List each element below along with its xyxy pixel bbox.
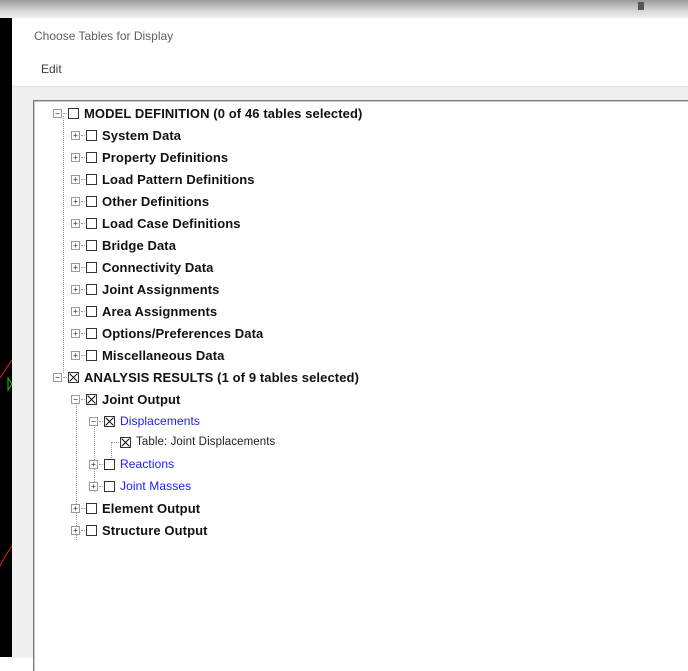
node-label: Joint Assignments (102, 281, 220, 297)
expand-icon[interactable]: + (71, 284, 80, 294)
expand-icon[interactable]: + (71, 130, 80, 140)
tree-node-element-output[interactable]: + Element Output (71, 498, 200, 518)
node-label: MODEL DEFINITION (0 of 46 tables selecte… (84, 105, 363, 121)
checkbox-system-data[interactable] (86, 129, 97, 141)
tree-node-load-case-definitions[interactable]: + Load Case Definitions (71, 213, 241, 233)
tree-node-property-definitions[interactable]: + Property Definitions (71, 147, 228, 167)
expand-icon[interactable]: + (89, 481, 98, 491)
node-label: Table: Joint Displacements (136, 436, 276, 448)
tree-node-displacements[interactable]: − Displacements (89, 411, 200, 431)
checkbox-structure-output[interactable] (86, 524, 97, 536)
node-label: Connectivity Data (102, 259, 214, 275)
node-label: Miscellaneous Data (102, 347, 225, 363)
tree-node-table-joint-displacements[interactable]: Table: Joint Displacements (111, 432, 275, 452)
tree-node-joint-output[interactable]: − Joint Output (71, 389, 180, 409)
tree-node-miscellaneous-data[interactable]: + Miscellaneous Data (71, 345, 224, 365)
tree-node-joint-assignments[interactable]: + Joint Assignments (71, 279, 220, 299)
tree-node-reactions[interactable]: + Reactions (89, 454, 174, 474)
tree-node-structure-output[interactable]: + Structure Output (71, 520, 208, 540)
menu-edit[interactable]: Edit (41, 62, 62, 76)
checkbox-element-output[interactable] (86, 502, 97, 514)
collapse-icon[interactable]: − (53, 372, 62, 382)
expand-icon[interactable]: + (71, 218, 80, 228)
dialog-body: − MODEL DEFINITION (0 of 46 tables selec… (12, 86, 688, 671)
node-label: Structure Output (102, 522, 208, 538)
tree-node-options-preferences-data[interactable]: + Options/Preferences Data (71, 323, 263, 343)
node-label: Property Definitions (102, 149, 229, 165)
collapse-icon[interactable]: − (53, 108, 62, 118)
node-label: Joint Masses (120, 479, 192, 493)
node-label: ANALYSIS RESULTS (1 of 9 tables selected… (84, 369, 360, 385)
tree-guide-line (76, 399, 77, 540)
checkbox-reactions[interactable] (104, 458, 115, 470)
tree-node-bridge-data[interactable]: + Bridge Data (71, 235, 176, 255)
dialog-title: Choose Tables for Display (34, 29, 174, 43)
tree-node-model-definition[interactable]: − MODEL DEFINITION (0 of 46 tables selec… (53, 103, 362, 123)
node-label: System Data (102, 127, 182, 143)
checkbox-joint-masses[interactable] (104, 480, 115, 492)
node-label: Bridge Data (102, 237, 177, 253)
background-marker (638, 2, 644, 10)
expand-icon[interactable]: + (71, 503, 80, 513)
table-tree[interactable]: − MODEL DEFINITION (0 of 46 tables selec… (33, 100, 688, 671)
tree-node-system-data[interactable]: + System Data (71, 125, 181, 145)
checkbox-analysis-results[interactable] (68, 371, 79, 383)
node-label: Other Definitions (102, 193, 210, 209)
tree-node-joint-masses[interactable]: + Joint Masses (89, 476, 191, 496)
expand-icon[interactable]: + (71, 262, 80, 272)
tree-node-connectivity-data[interactable]: + Connectivity Data (71, 257, 214, 277)
checkbox-miscellaneous-data[interactable] (86, 349, 97, 361)
checkbox-joint-output[interactable] (86, 393, 97, 405)
tree-node-area-assignments[interactable]: + Area Assignments (71, 301, 217, 321)
checkbox-bridge-data[interactable] (86, 239, 97, 251)
node-label: Element Output (102, 500, 201, 516)
node-label: Load Case Definitions (102, 215, 241, 231)
expand-icon[interactable]: + (71, 306, 80, 316)
checkbox-load-pattern-definitions[interactable] (86, 173, 97, 185)
checkbox-displacements[interactable] (104, 415, 115, 427)
expand-icon[interactable]: + (71, 240, 80, 250)
expand-icon[interactable]: + (71, 196, 80, 206)
choose-tables-dialog: Choose Tables for Display Edit − MODEL D… (12, 18, 688, 671)
checkbox-area-assignments[interactable] (86, 305, 97, 317)
tree-node-load-pattern-definitions[interactable]: + Load Pattern Definitions (71, 169, 255, 189)
checkbox-other-definitions[interactable] (86, 195, 97, 207)
expand-icon[interactable]: + (71, 174, 80, 184)
background-window-strip (0, 0, 688, 18)
checkbox-options-preferences-data[interactable] (86, 327, 97, 339)
checkbox-connectivity-data[interactable] (86, 261, 97, 273)
checkbox-model-definition[interactable] (68, 107, 79, 119)
expand-icon[interactable]: + (89, 459, 98, 469)
node-label: Reactions (120, 457, 175, 471)
node-label: Load Pattern Definitions (102, 171, 255, 187)
checkbox-load-case-definitions[interactable] (86, 217, 97, 229)
checkbox-property-definitions[interactable] (86, 151, 97, 163)
tree-guide-line (63, 116, 64, 373)
background-viewport (0, 18, 12, 657)
checkbox-table-joint-displacements[interactable] (120, 436, 131, 448)
expand-icon[interactable]: + (71, 152, 80, 162)
expand-icon[interactable]: + (71, 350, 80, 360)
collapse-icon[interactable]: − (71, 394, 80, 404)
checkbox-joint-assignments[interactable] (86, 283, 97, 295)
node-label: Options/Preferences Data (102, 325, 264, 341)
node-label: Area Assignments (102, 303, 218, 319)
tree-node-analysis-results[interactable]: − ANALYSIS RESULTS (1 of 9 tables select… (53, 367, 359, 387)
node-label: Joint Output (102, 391, 181, 407)
node-label: Displacements (120, 414, 200, 428)
expand-icon[interactable]: + (71, 328, 80, 338)
collapse-icon[interactable]: − (89, 416, 98, 426)
tree-node-other-definitions[interactable]: + Other Definitions (71, 191, 209, 211)
expand-icon[interactable]: + (71, 525, 80, 535)
